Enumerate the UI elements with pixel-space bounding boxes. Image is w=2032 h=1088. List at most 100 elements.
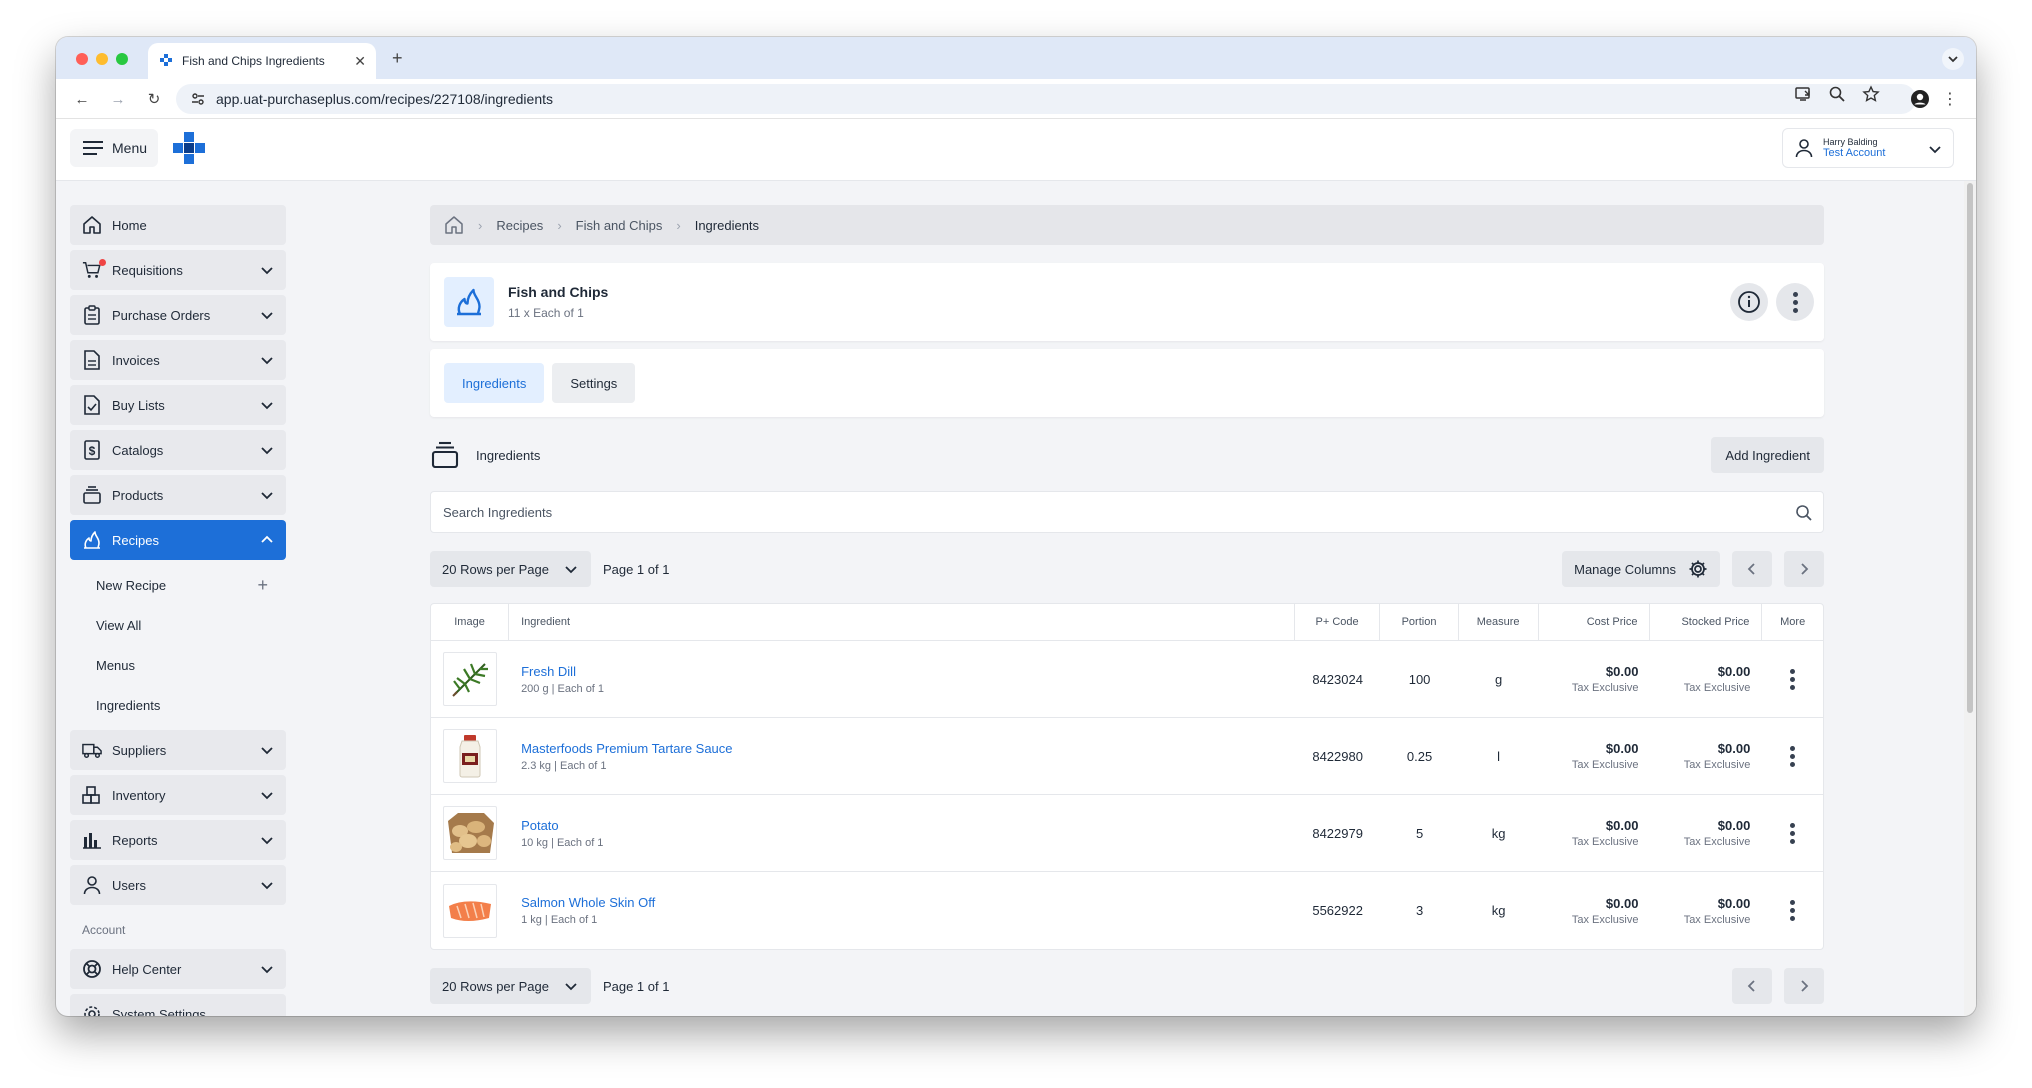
info-button[interactable] bbox=[1730, 283, 1768, 321]
sidebar-item-label: Products bbox=[112, 487, 164, 503]
minimize-window-button[interactable] bbox=[96, 53, 108, 65]
menu-button[interactable]: Menu bbox=[70, 129, 158, 167]
sidebar-item-system-settings[interactable]: System Settings bbox=[70, 994, 286, 1016]
tab-search-button[interactable] bbox=[1942, 48, 1964, 70]
sidebar-item-catalogs[interactable]: $ Catalogs bbox=[70, 430, 286, 470]
rows-per-page-select[interactable]: 20 Rows per Page bbox=[430, 968, 591, 1004]
sidebar-subitem-menus[interactable]: Menus bbox=[70, 645, 286, 685]
sidebar-item-inventory[interactable]: Inventory bbox=[70, 775, 286, 815]
sidebar-subitem-ingredients[interactable]: Ingredients bbox=[70, 685, 286, 725]
hamburger-icon bbox=[83, 141, 103, 155]
next-page-button[interactable] bbox=[1784, 551, 1824, 587]
sidebar-item-recipes[interactable]: Recipes bbox=[70, 520, 286, 560]
sidebar-subitem-new-recipe[interactable]: New Recipe + bbox=[70, 565, 286, 605]
browser-menu-icon[interactable]: ⋮ bbox=[1942, 89, 1958, 109]
next-page-button[interactable] bbox=[1784, 968, 1824, 1004]
main-content: › Recipes › Fish and Chips › Ingredients… bbox=[430, 205, 1824, 1004]
product-image[interactable] bbox=[443, 806, 498, 860]
breadcrumb-recipe[interactable]: Fish and Chips bbox=[576, 218, 663, 233]
stocked-tax-label: Tax Exclusive bbox=[1683, 759, 1751, 771]
ingredient-details: 1 kg | Each of 1 bbox=[521, 914, 598, 926]
search-input[interactable] bbox=[443, 504, 1743, 520]
sidebar-item-label: Reports bbox=[112, 832, 158, 848]
ingredient-link[interactable]: Fresh Dill bbox=[521, 664, 576, 679]
image-cell bbox=[431, 795, 509, 871]
more-vertical-icon[interactable] bbox=[1790, 668, 1796, 690]
more-vertical-icon[interactable] bbox=[1790, 822, 1796, 844]
browser-tab[interactable]: Fish and Chips Ingredients ✕ bbox=[148, 43, 376, 79]
chevron-left-icon bbox=[1747, 563, 1755, 575]
sidebar-item-label: Requisitions bbox=[112, 262, 183, 278]
zoom-icon[interactable] bbox=[1828, 85, 1846, 103]
browser-profile-icon[interactable] bbox=[1910, 89, 1930, 109]
previous-page-button[interactable] bbox=[1732, 968, 1772, 1004]
more-vertical-icon[interactable] bbox=[1790, 900, 1796, 921]
sidebar-subitem-view-all[interactable]: View All bbox=[70, 605, 286, 645]
chevron-down-icon bbox=[261, 267, 273, 275]
sidebar-item-products[interactable]: Products bbox=[70, 475, 286, 515]
tab-ingredients[interactable]: Ingredients bbox=[444, 363, 545, 403]
sidebar-subitem-label: Ingredients bbox=[96, 697, 161, 713]
chevron-down-icon bbox=[261, 837, 273, 845]
sidebar-item-help-center[interactable]: Help Center bbox=[70, 949, 286, 989]
maximize-window-button[interactable] bbox=[116, 53, 128, 65]
plus-icon[interactable]: + bbox=[257, 575, 268, 596]
product-image[interactable] bbox=[443, 652, 498, 706]
recipe-title: Fish and Chips bbox=[508, 284, 609, 300]
rows-per-page-select[interactable]: 20 Rows per Page bbox=[430, 551, 591, 587]
app-header: Menu Harry Balding Test Account bbox=[56, 119, 1976, 181]
previous-page-button[interactable] bbox=[1732, 551, 1772, 587]
install-app-icon[interactable] bbox=[1794, 85, 1812, 103]
code-cell: 8422979 bbox=[1312, 825, 1363, 841]
tab-close-icon[interactable]: ✕ bbox=[354, 53, 366, 70]
scrollbar-thumb[interactable] bbox=[1967, 183, 1973, 713]
search-bar bbox=[430, 491, 1824, 533]
add-ingredient-button[interactable]: Add Ingredient bbox=[1711, 437, 1824, 473]
sidebar-item-buy-lists[interactable]: Buy Lists bbox=[70, 385, 286, 425]
back-arrow-icon[interactable]: ← bbox=[72, 89, 92, 109]
ingredient-link[interactable]: Masterfoods Premium Tartare Sauce bbox=[521, 741, 732, 756]
close-window-button[interactable] bbox=[76, 53, 88, 65]
bookmark-star-icon[interactable] bbox=[1862, 85, 1880, 103]
forward-arrow-icon[interactable]: → bbox=[108, 89, 128, 109]
breadcrumb-recipes[interactable]: Recipes bbox=[496, 218, 543, 233]
home-icon[interactable] bbox=[444, 215, 464, 235]
ingredient-link[interactable]: Potato bbox=[521, 818, 559, 833]
dollar-icon: $ bbox=[82, 440, 102, 460]
product-image[interactable] bbox=[443, 883, 498, 938]
more-vertical-icon[interactable] bbox=[1790, 745, 1796, 767]
new-tab-icon[interactable]: + bbox=[392, 48, 403, 69]
ingredient-cell: Potato 10 kg | Each of 1 bbox=[509, 795, 1295, 871]
search-icon[interactable] bbox=[1795, 504, 1813, 522]
chevron-down-icon bbox=[261, 312, 273, 320]
sidebar-item-requisitions[interactable]: Requisitions bbox=[70, 250, 286, 290]
ingredient-link[interactable]: Salmon Whole Skin Off bbox=[521, 895, 655, 910]
user-menu-button[interactable]: Harry Balding Test Account bbox=[1782, 128, 1954, 168]
site-settings-icon[interactable] bbox=[190, 91, 206, 107]
tab-settings[interactable]: Settings bbox=[552, 363, 636, 403]
chevron-down-icon bbox=[1948, 56, 1958, 63]
page-scrollbar[interactable] bbox=[1964, 181, 1976, 1016]
purchaseplus-logo-icon[interactable] bbox=[172, 131, 206, 165]
sidebar-item-suppliers[interactable]: Suppliers bbox=[70, 730, 286, 770]
manage-columns-button[interactable]: Manage Columns bbox=[1562, 551, 1720, 587]
stocked-price: $0.00 bbox=[1717, 664, 1751, 679]
sidebar-item-purchase-orders[interactable]: Purchase Orders bbox=[70, 295, 286, 335]
document-icon bbox=[82, 350, 102, 370]
reload-icon[interactable]: ↻ bbox=[144, 89, 164, 109]
breadcrumb-separator-icon: › bbox=[676, 217, 681, 233]
column-header-more: More bbox=[1780, 616, 1806, 628]
stocked-cell: $0.00 Tax Exclusive bbox=[1650, 718, 1762, 794]
checklist-icon bbox=[82, 395, 102, 415]
image-cell bbox=[431, 641, 509, 717]
ingredients-section-header: Ingredients Add Ingredient bbox=[430, 435, 1824, 475]
sidebar-item-users[interactable]: Users bbox=[70, 865, 286, 905]
product-image[interactable] bbox=[443, 729, 498, 783]
recipe-more-button[interactable] bbox=[1776, 283, 1814, 321]
address-bar[interactable]: app.uat-purchaseplus.com/recipes/227108/… bbox=[176, 84, 1916, 114]
sidebar-item-reports[interactable]: Reports bbox=[70, 820, 286, 860]
chevron-down-icon bbox=[261, 747, 273, 755]
sidebar-item-invoices[interactable]: Invoices bbox=[70, 340, 286, 380]
sidebar-item-home[interactable]: Home bbox=[70, 205, 286, 245]
chevron-right-icon bbox=[1801, 980, 1809, 992]
